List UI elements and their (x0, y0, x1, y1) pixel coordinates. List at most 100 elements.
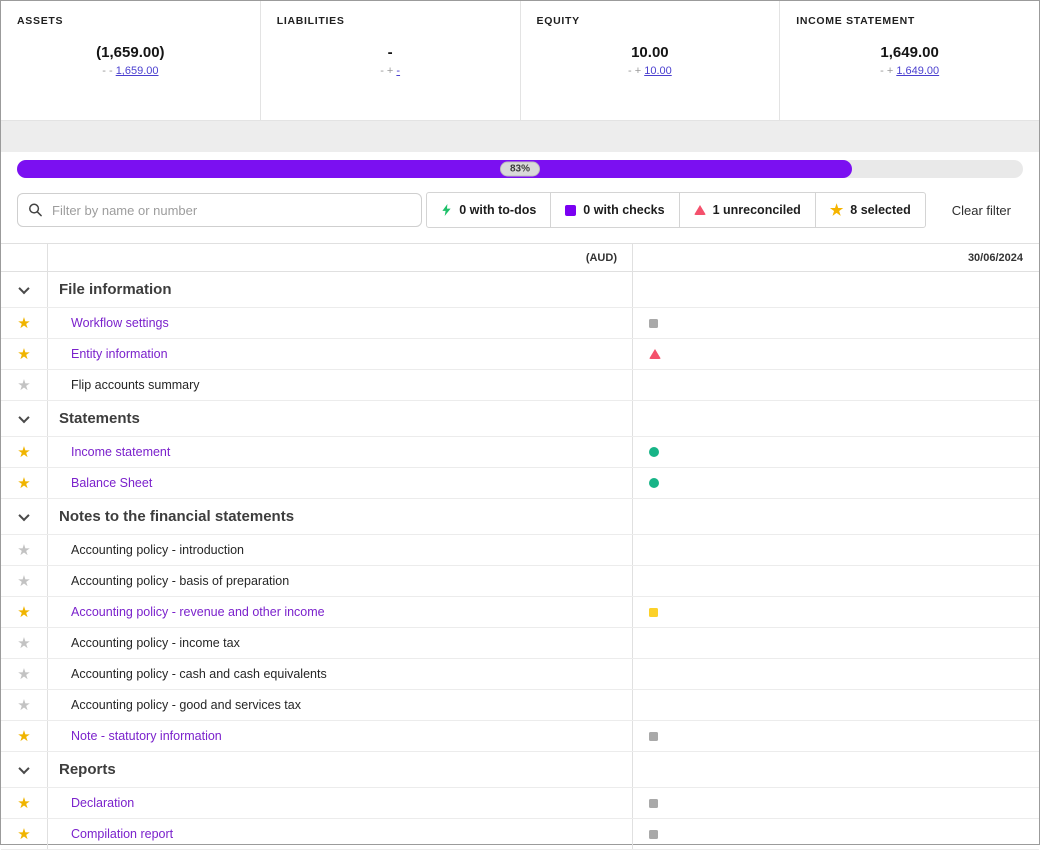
row-label[interactable]: Flip accounts summary (71, 378, 200, 392)
summary-cards: ASSETS (1,659.00) - - 1,659.00 LIABILITI… (1, 1, 1039, 121)
date-header: 30/06/2024 (633, 244, 1039, 271)
group-row[interactable]: Statements (1, 401, 1039, 437)
table-row: ★ Income statement (1, 437, 1039, 468)
card-sub: - + 10.00 (537, 65, 764, 77)
filter-chip-label: 0 with to-dos (459, 203, 536, 217)
progress-bar: 83% (17, 160, 1023, 178)
triangle-icon (694, 205, 706, 215)
filter-right: 0 with to-dos 0 with checks 1 unreconcil… (426, 192, 1023, 228)
group-row[interactable]: Notes to the financial statements (1, 499, 1039, 535)
star-icon: ★ (830, 203, 843, 218)
grey-square-status-icon (649, 799, 658, 808)
chevron-down-icon[interactable] (18, 282, 29, 293)
row-link[interactable]: Workflow settings (71, 316, 169, 330)
card-sub-prefix: - + (628, 65, 644, 77)
grey-square-status-icon (649, 319, 658, 328)
search-box (17, 193, 422, 227)
group-row[interactable]: File information (1, 272, 1039, 308)
row-label[interactable]: Accounting policy - introduction (71, 543, 244, 557)
grey-square-status-icon (649, 732, 658, 741)
clear-filter-button[interactable]: Clear filter (952, 203, 1011, 218)
search-input[interactable] (17, 193, 422, 227)
table-row: ★ Note - statutory information (1, 721, 1039, 752)
currency-header: (AUD) (48, 244, 633, 271)
row-label[interactable]: Accounting policy - income tax (71, 636, 240, 650)
row-link[interactable]: Income statement (71, 445, 170, 459)
table-row: ★ Accounting policy - basis of preparati… (1, 566, 1039, 597)
card-label: LIABILITIES (277, 15, 504, 27)
card-assets: ASSETS (1,659.00) - - 1,659.00 (1, 1, 261, 120)
table-header-row: (AUD) 30/06/2024 (1, 244, 1039, 272)
card-sub-prefix: - + (380, 65, 396, 77)
star-icon[interactable]: ★ (17, 476, 30, 491)
card-equity: EQUITY 10.00 - + 10.00 (521, 1, 781, 120)
card-amount-link[interactable]: - (396, 65, 400, 77)
group-title: Notes to the financial statements (59, 508, 294, 525)
table-row: ★ Accounting policy - introduction (1, 535, 1039, 566)
chevron-down-icon[interactable] (18, 509, 29, 520)
star-icon[interactable]: ★ (17, 347, 30, 362)
row-link[interactable]: Declaration (71, 796, 134, 810)
star-icon[interactable]: ★ (17, 378, 30, 393)
star-icon[interactable]: ★ (17, 605, 30, 620)
row-label[interactable]: Accounting policy - cash and cash equiva… (71, 667, 327, 681)
table-row: ★ Accounting policy - cash and cash equi… (1, 659, 1039, 690)
star-icon[interactable]: ★ (17, 574, 30, 589)
progress-fill (17, 160, 852, 178)
table-row: ★ Flip accounts summary (1, 370, 1039, 401)
progress-badge: 83% (500, 162, 540, 177)
card-sub: - + - (277, 65, 504, 77)
lightning-icon (441, 203, 452, 217)
grey-square-status-icon (649, 830, 658, 839)
filter-chip-label: 1 unreconciled (713, 203, 801, 217)
card-value: (1,659.00) (17, 44, 244, 61)
row-label[interactable]: Accounting policy - good and services ta… (71, 698, 301, 712)
star-icon[interactable]: ★ (17, 316, 30, 331)
card-label: EQUITY (537, 15, 764, 27)
filter-unreconciled-button[interactable]: 1 unreconciled (680, 193, 816, 227)
workpapers-table: (AUD) 30/06/2024 File information ★ Work… (1, 243, 1039, 850)
card-sub-prefix: - + (880, 65, 896, 77)
green-circle-status-icon (649, 478, 659, 488)
group-title: Statements (59, 410, 140, 427)
table-row: ★ Compilation report (1, 819, 1039, 850)
group-row[interactable]: Reports (1, 752, 1039, 788)
star-icon[interactable]: ★ (17, 796, 30, 811)
red-triangle-status-icon (649, 349, 661, 359)
row-label[interactable]: Accounting policy - basis of preparation (71, 574, 289, 588)
group-title: File information (59, 281, 172, 298)
table-row: ★ Accounting policy - good and services … (1, 690, 1039, 721)
card-label: ASSETS (17, 15, 244, 27)
yellow-square-status-icon (649, 608, 658, 617)
card-sub: - + 1,649.00 (796, 65, 1023, 77)
star-icon[interactable]: ★ (17, 827, 30, 842)
star-icon[interactable]: ★ (17, 543, 30, 558)
group-title: Reports (59, 761, 116, 778)
row-link[interactable]: Balance Sheet (71, 476, 152, 490)
table-row: ★ Accounting policy - revenue and other … (1, 597, 1039, 628)
filter-chip-label: 8 selected (850, 203, 910, 217)
card-amount-link[interactable]: 1,659.00 (116, 65, 159, 77)
row-link[interactable]: Entity information (71, 347, 168, 361)
card-amount-link[interactable]: 10.00 (644, 65, 672, 77)
chevron-down-icon[interactable] (18, 411, 29, 422)
table-row: ★ Workflow settings (1, 308, 1039, 339)
row-link[interactable]: Accounting policy - revenue and other in… (71, 605, 325, 619)
filter-checks-button[interactable]: 0 with checks (551, 193, 679, 227)
row-link[interactable]: Compilation report (71, 827, 173, 841)
table-row: ★ Balance Sheet (1, 468, 1039, 499)
chevron-down-icon[interactable] (18, 762, 29, 773)
row-link[interactable]: Note - statutory information (71, 729, 222, 743)
card-amount-link[interactable]: 1,649.00 (896, 65, 939, 77)
filter-selected-button[interactable]: ★ 8 selected (816, 193, 925, 227)
star-icon[interactable]: ★ (17, 445, 30, 460)
star-icon[interactable]: ★ (17, 636, 30, 651)
filter-todos-button[interactable]: 0 with to-dos (427, 193, 551, 227)
card-income-statement: INCOME STATEMENT 1,649.00 - + 1,649.00 (780, 1, 1039, 120)
table-row: ★ Entity information (1, 339, 1039, 370)
star-icon[interactable]: ★ (17, 667, 30, 682)
green-circle-status-icon (649, 447, 659, 457)
star-icon[interactable]: ★ (17, 698, 30, 713)
card-value: 10.00 (537, 44, 764, 61)
star-icon[interactable]: ★ (17, 729, 30, 744)
